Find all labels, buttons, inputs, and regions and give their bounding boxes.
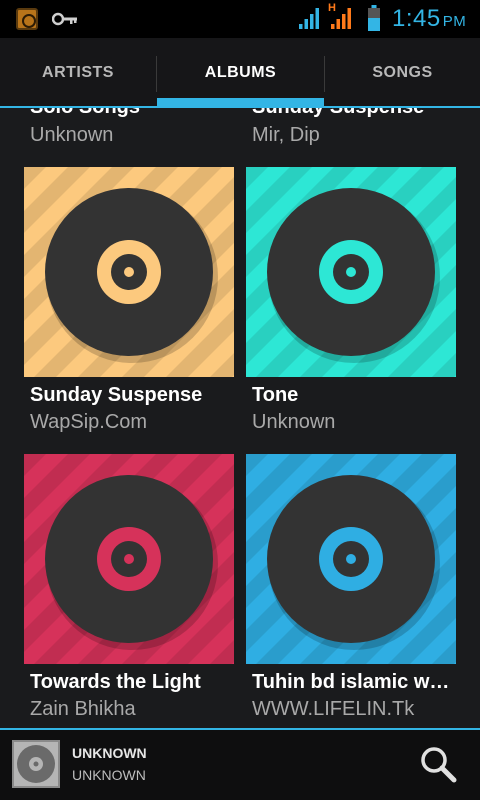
now-playing-album-icon[interactable] [12, 740, 60, 788]
now-playing-title[interactable]: UNKNOWN [72, 745, 147, 761]
album-grid: Solo Songs Unknown Sunday Suspense Mir, … [0, 108, 480, 728]
album-art[interactable] [24, 167, 234, 377]
album-title[interactable]: Tone [252, 384, 298, 407]
selected-tab-indicator [157, 98, 324, 106]
album-art[interactable] [246, 454, 456, 664]
clock-time: 1:45 [392, 5, 441, 32]
album-title[interactable]: Sunday Suspense [252, 108, 424, 119]
tab-artists[interactable]: ARTISTS [0, 38, 156, 108]
album-title[interactable]: Towards the Light [30, 671, 201, 694]
key-icon [52, 12, 77, 26]
tab-songs[interactable]: SONGS [325, 38, 480, 108]
album-artist: WapSip.Com [30, 411, 148, 433]
signal-h-icon [331, 8, 351, 29]
album-artist: Unknown [30, 124, 114, 146]
clock: 1:45 PM [392, 5, 466, 33]
signal-icon [299, 8, 319, 29]
album-artist: Mir, Dip [252, 124, 320, 146]
search-icon[interactable] [418, 744, 458, 784]
album-title[interactable]: Tuhin bd islamic w… [252, 671, 452, 694]
album-artist: Zain Bhikha [30, 698, 136, 720]
album-artist: Unknown [252, 411, 336, 433]
album-art[interactable] [24, 454, 234, 664]
clock-ampm: PM [442, 13, 467, 30]
battery-icon [368, 5, 380, 31]
status-bar: H 1:45 PM [0, 0, 480, 38]
album-art[interactable] [246, 167, 456, 377]
now-playing-divider [0, 728, 480, 730]
album-artist: WWW.LIFELIN.Tk [252, 698, 415, 720]
album-title[interactable]: Solo Songs [30, 108, 140, 119]
album-title[interactable]: Sunday Suspense [30, 384, 202, 407]
now-playing-artist[interactable]: UNKNOWN [72, 767, 146, 783]
now-playing-bar[interactable] [0, 728, 480, 800]
app-notification-icon [16, 8, 38, 30]
